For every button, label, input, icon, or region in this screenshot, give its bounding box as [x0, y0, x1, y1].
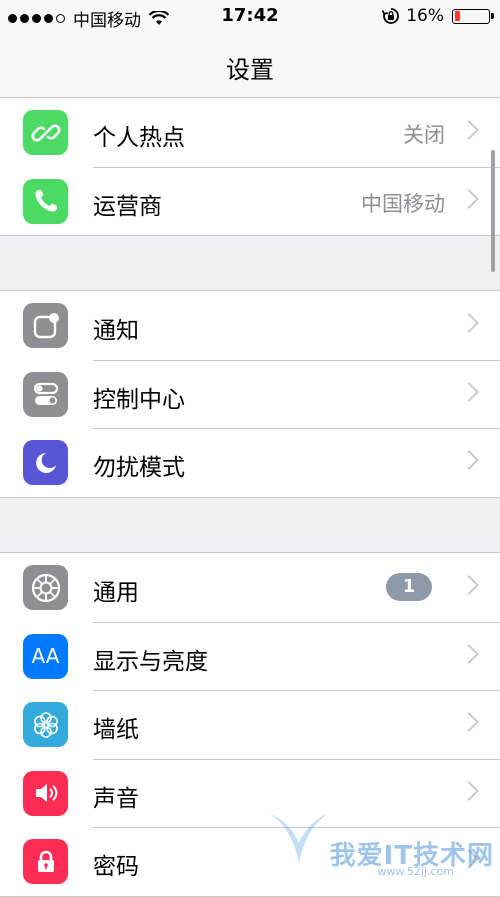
lock-icon — [23, 839, 68, 884]
watermark: 我爱IT技术网 www.52ij.com — [264, 808, 494, 878]
settings-row-label: 控制中心 — [93, 386, 185, 413]
display-icon-text: AA — [31, 644, 60, 668]
settings-row-label: 显示与亮度 — [93, 648, 208, 675]
settings-row-label: 密码 — [93, 854, 139, 880]
settings-row-value: 关闭 — [403, 123, 445, 147]
settings-group-system: 通知 控制中心 勿扰模式 — [0, 290, 500, 498]
battery-icon — [452, 8, 494, 24]
settings-row-carrier[interactable]: 运营商 中国移动 — [0, 166, 500, 236]
settings-row-label: 通用 — [93, 580, 139, 606]
status-right: 16% — [382, 6, 494, 26]
speaker-icon — [23, 770, 68, 816]
settings-row-notifications[interactable]: 通知 — [0, 291, 500, 360]
settings-row-do-not-disturb[interactable]: 勿扰模式 — [0, 428, 500, 497]
settings-row-wallpaper[interactable]: 墙纸 — [0, 690, 500, 759]
update-badge: 1 — [386, 573, 432, 601]
chevron-right-icon — [459, 643, 479, 664]
notifications-icon — [23, 303, 68, 348]
rotation-lock-icon — [382, 8, 400, 24]
status-bar: 中国移动 17:42 16% — [0, 0, 500, 32]
chevron-right-icon — [459, 780, 479, 801]
settings-row-label: 通知 — [93, 318, 139, 344]
control-center-icon — [23, 371, 68, 417]
battery-level — [454, 11, 460, 21]
battery-percent: 16% — [406, 6, 444, 26]
settings-row-general[interactable]: 通用 1 — [0, 553, 500, 622]
moon-icon — [23, 440, 68, 485]
chevron-right-icon — [459, 712, 479, 732]
settings-row-label: 墙纸 — [93, 717, 139, 743]
phone-icon — [23, 178, 68, 224]
settings-row-label: 运营商 — [93, 193, 162, 220]
scrollbar[interactable] — [491, 150, 495, 272]
chevron-right-icon — [459, 313, 479, 333]
display-icon: AA — [23, 633, 68, 679]
chevron-right-icon — [459, 450, 479, 470]
wing-logo-icon — [269, 813, 329, 863]
settings-row-label: 个人热点 — [93, 125, 185, 151]
chevron-right-icon — [459, 381, 479, 402]
wallpaper-icon — [23, 702, 68, 747]
chevron-right-icon — [459, 120, 479, 140]
chevron-right-icon — [459, 575, 479, 595]
watermark-url: www.52ij.com — [377, 865, 454, 878]
settings-row-label: 声音 — [93, 785, 139, 812]
page-title: 设置 — [226, 56, 274, 84]
settings-row-label: 勿扰模式 — [93, 455, 185, 481]
gear-icon — [23, 565, 68, 610]
settings-row-hotspot[interactable]: 个人热点 关闭 — [0, 98, 500, 167]
navigation-bar: 设置 — [0, 32, 500, 100]
settings-group-network: 个人热点 关闭 运营商 中国移动 — [0, 97, 500, 236]
hotspot-icon — [23, 110, 68, 155]
settings-row-display[interactable]: AA 显示与亮度 — [0, 621, 500, 691]
settings-row-control-center[interactable]: 控制中心 — [0, 359, 500, 429]
settings-row-value: 中国移动 — [361, 191, 445, 216]
chevron-right-icon — [459, 188, 479, 209]
